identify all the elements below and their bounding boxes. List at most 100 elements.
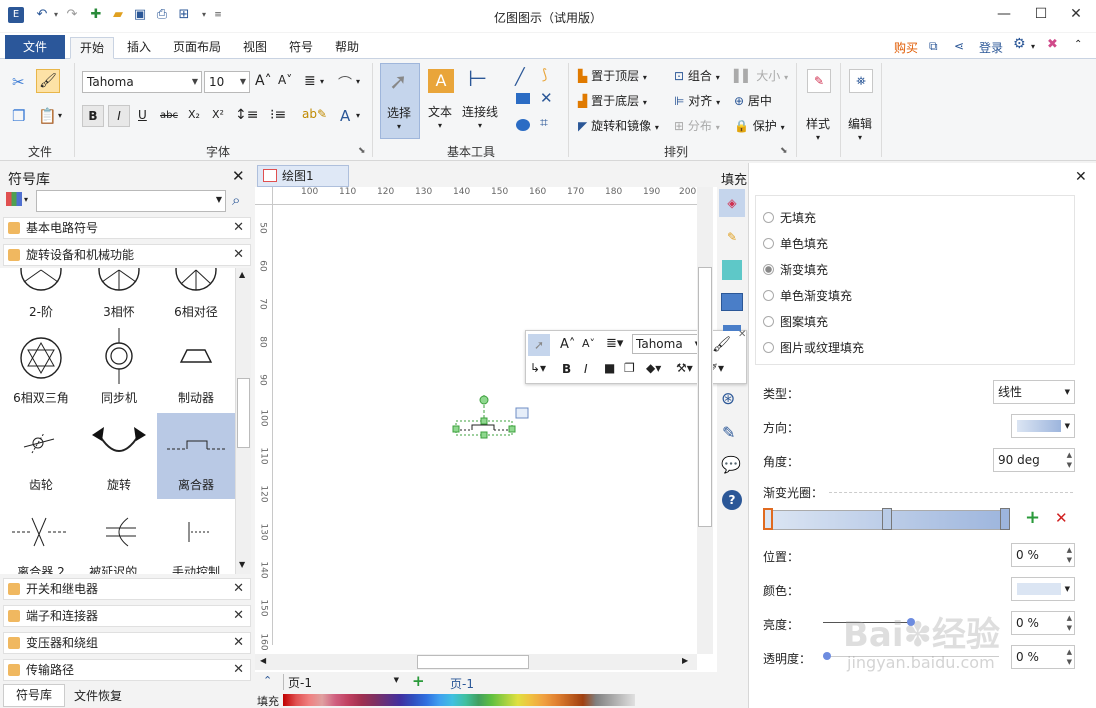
spinner-arrows-icon[interactable]: ▲ ▼	[1067, 613, 1072, 633]
document-tab[interactable]: 绘图1	[257, 165, 349, 187]
bullets-icon[interactable]: ⁝≡	[270, 107, 286, 123]
page-tab[interactable]: 页-1	[450, 675, 474, 692]
buy-link[interactable]: 购买	[894, 39, 918, 56]
ellipse-icon[interactable]	[516, 119, 530, 131]
close-icon[interactable]: ✕	[233, 660, 244, 680]
comment-panel-icon[interactable]: 💬	[721, 455, 741, 474]
close-button[interactable]: ✕	[1062, 4, 1090, 24]
library-close-icon[interactable]: ✕	[232, 167, 245, 185]
close-icon[interactable]: ✕	[233, 579, 244, 599]
angle-spinner[interactable]: 90 deg ▲ ▼	[993, 448, 1075, 472]
subscript-button[interactable]: X₂	[188, 108, 200, 121]
fill-panel-close-icon[interactable]: ✕	[1075, 169, 1087, 185]
line-spacing-icon[interactable]: ↕≡	[235, 107, 258, 123]
gradient-stop-handle[interactable]	[882, 508, 892, 530]
align-dropdown-icon[interactable]: ▾	[320, 77, 324, 86]
radio-no-fill[interactable]: 无填充	[763, 209, 816, 226]
scroll-up-icon[interactable]: ▲	[239, 270, 245, 279]
attachment-panel-icon[interactable]: ✎	[722, 423, 735, 442]
font-color-dropdown-icon[interactable]: ▾	[356, 111, 360, 120]
share-icon[interactable]: ⋖	[954, 39, 964, 53]
mini-align-icon[interactable]: ≣▾	[606, 336, 623, 351]
rotate-mirror-button[interactable]: ◤ 旋转和镜像 ▾	[578, 117, 659, 134]
mini-bold-button[interactable]: B	[562, 362, 571, 376]
cut-icon[interactable]: ✂	[12, 73, 25, 91]
shadow-panel-icon[interactable]	[722, 260, 742, 280]
mini-shrink-font-icon[interactable]: A˅	[582, 337, 595, 350]
style-button[interactable]: ✎ 样式 ▾	[802, 65, 836, 145]
hyperlink-panel-icon[interactable]: ⊛	[721, 389, 735, 409]
connector-tool-button[interactable]: ⊢ 连接线 ▾	[462, 63, 502, 139]
shape-rotation[interactable]: 旋转	[80, 413, 158, 499]
distribute-button[interactable]: ⊞ 分布 ▾	[674, 117, 720, 134]
arrange-dialog-launcher-icon[interactable]: ⬊	[780, 146, 788, 156]
tab-home[interactable]: 开始	[70, 37, 115, 59]
library-section-switches[interactable]: 开关和继电器 ✕	[3, 578, 251, 600]
transparency-slider-handle[interactable]	[823, 652, 831, 660]
login-link[interactable]: 登录	[979, 39, 1003, 56]
minimize-button[interactable]: —	[990, 4, 1018, 24]
shape-gear[interactable]: 齿轮	[2, 413, 80, 499]
add-stop-icon[interactable]: +	[1025, 507, 1040, 528]
library-section-rotating[interactable]: 旋转设备和机械功能 ✕	[3, 244, 251, 266]
tab-symbol-library[interactable]: 符号库	[3, 684, 65, 707]
color-select[interactable]: ▼	[1011, 577, 1075, 601]
tab-file[interactable]: 文件	[5, 35, 65, 59]
library-section-transformers[interactable]: 变压器和绕组 ✕	[3, 632, 251, 654]
gradient-stop-handle[interactable]	[763, 508, 773, 530]
settings-dropdown-icon[interactable]: ▾	[1031, 42, 1035, 51]
bring-to-front-button[interactable]: ▙ 置于顶层 ▾	[578, 67, 647, 84]
shrink-font-icon[interactable]: A˅	[278, 73, 292, 87]
help-icon[interactable]: ?	[722, 490, 742, 510]
tab-help[interactable]: 帮助	[326, 37, 368, 59]
feedback-icon[interactable]: ⧉	[929, 39, 938, 54]
select-tool-button[interactable]: ➚ 选择 ▾	[380, 63, 420, 139]
library-section-basic-circuit[interactable]: 基本电路符号 ✕	[3, 217, 251, 239]
superscript-button[interactable]: X²	[212, 108, 224, 121]
chevron-up-icon[interactable]: ⌃	[263, 674, 272, 687]
send-to-back-button[interactable]: ▟ 置于底层 ▾	[578, 92, 647, 109]
brightness-spinner[interactable]: 0 % ▲ ▼	[1011, 611, 1075, 635]
close-icon[interactable]: ✕	[233, 245, 244, 265]
close-icon[interactable]: ✕	[233, 606, 244, 626]
shape-6-phase-diametric[interactable]: 6相对径	[157, 268, 235, 326]
scroll-thumb[interactable]	[237, 378, 250, 448]
remove-stop-icon[interactable]: ✕	[1055, 509, 1068, 527]
font-dialog-launcher-icon[interactable]: ⬊	[358, 146, 366, 156]
underline-button[interactable]: U	[138, 108, 147, 122]
font-color-icon[interactable]: A	[340, 107, 350, 125]
paste-dropdown-icon[interactable]: ▾	[58, 111, 62, 120]
shape-brake[interactable]: 制动器	[157, 326, 235, 412]
text-highlight-icon[interactable]: ab✎	[302, 107, 327, 121]
shape-clutch[interactable]: 离合器	[157, 413, 235, 499]
size-button[interactable]: ▌▌ 大小 ▾	[734, 67, 788, 84]
paste-icon[interactable]: 📋	[38, 107, 57, 125]
arc-icon[interactable]: ⟆	[542, 67, 547, 83]
canvas-clutch-shape[interactable]	[450, 393, 530, 443]
cross-point-icon[interactable]: ✕	[540, 89, 553, 107]
collapse-ribbon-icon[interactable]: ⌃	[1074, 39, 1082, 50]
mini-font-select[interactable]: Tahoma ▼	[632, 334, 704, 354]
align-text-icon[interactable]: ≣	[304, 73, 316, 89]
theme-icon[interactable]: ✖	[1047, 37, 1058, 52]
format-painter-icon[interactable]: 🖌	[36, 69, 60, 93]
group-button[interactable]: ⊡ 组合 ▾	[674, 67, 720, 84]
crop-icon[interactable]: ⌗	[540, 115, 548, 131]
tab-view[interactable]: 视图	[234, 37, 276, 59]
library-menu-dropdown-icon[interactable]: ▾	[24, 195, 28, 204]
canvas-hscroll-thumb[interactable]	[417, 655, 529, 669]
radio-picture-fill[interactable]: 图片或纹理填充	[763, 339, 864, 356]
fill-panel-icon[interactable]: ◈	[719, 189, 745, 217]
library-section-terminals[interactable]: 端子和连接器 ✕	[3, 605, 251, 627]
canvas-horizontal-scrollbar[interactable]: ◀ ▶	[255, 654, 697, 670]
align-button[interactable]: ⊫ 对齐 ▾	[674, 92, 720, 109]
protect-button[interactable]: 🔒 保护 ▾	[734, 117, 785, 134]
spinner-arrows-icon[interactable]: ▲ ▼	[1067, 545, 1072, 565]
copy-icon[interactable]: ❐	[12, 107, 25, 125]
radio-gradient-fill[interactable]: 渐变填充	[763, 261, 828, 278]
text-curve-dropdown-icon[interactable]: ▾	[356, 77, 360, 86]
spinner-arrows-icon[interactable]: ▲ ▼	[1067, 647, 1072, 667]
layer-panel-icon[interactable]	[723, 325, 741, 331]
bold-button[interactable]: B	[82, 105, 104, 127]
text-tool-button[interactable]: A 文本 ▾	[424, 63, 460, 139]
